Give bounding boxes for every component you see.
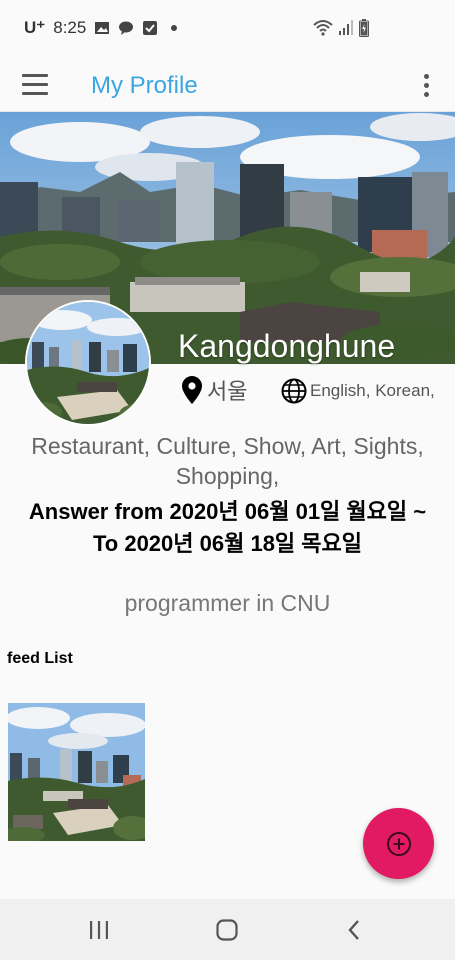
profile-name: Kangdonghune [178,328,396,364]
languages-text: English, Korean, [310,381,435,400]
talk-icon [119,21,134,35]
languages-row: English, Korean, [281,378,435,404]
recent-apps-icon[interactable] [84,917,114,943]
battery-icon [359,19,369,37]
job-text: programmer in CNU [124,590,331,616]
avatar[interactable] [25,300,151,426]
location-text: 서울 [207,379,248,404]
wifi-icon [313,20,333,36]
page-title: My Profile [91,72,198,99]
dot-icon [171,25,178,31]
app-bar: My Profile [0,60,455,112]
answer-period: Answer from 2020년 06월 01일 월요일 ~ To 2020년… [0,496,455,560]
hamburger-menu-icon[interactable] [22,74,48,96]
home-icon[interactable] [212,917,242,943]
more-vert-icon[interactable] [417,72,437,100]
answer-from: Answer from 2020년 06월 01일 월요일 ~ [28,499,427,524]
add-circle-icon [386,831,411,856]
feed-item[interactable] [8,703,145,841]
globe-icon [281,378,307,404]
back-icon[interactable] [340,917,370,943]
add-button[interactable] [363,808,434,879]
check-icon [143,21,158,35]
status-bar: U⁺ 8:25 [0,0,455,60]
signal-icon [339,20,353,35]
clock: 8:25 [53,18,87,37]
location-pin-icon [182,376,202,404]
interests: Restaurant, Culture, Show, Art, Sights, … [0,431,455,491]
location-row: 서울 [182,374,247,406]
system-nav-bar [0,899,455,960]
image-icon [95,22,110,34]
interests-line: Restaurant, Culture, Show, Art, Sights, [31,433,424,459]
feed-list-title: feed List [7,650,73,667]
answer-to: To 2020년 06월 18일 목요일 [92,531,363,556]
interests-line: Shopping, [175,463,280,489]
carrier-label: U⁺ [24,18,46,37]
